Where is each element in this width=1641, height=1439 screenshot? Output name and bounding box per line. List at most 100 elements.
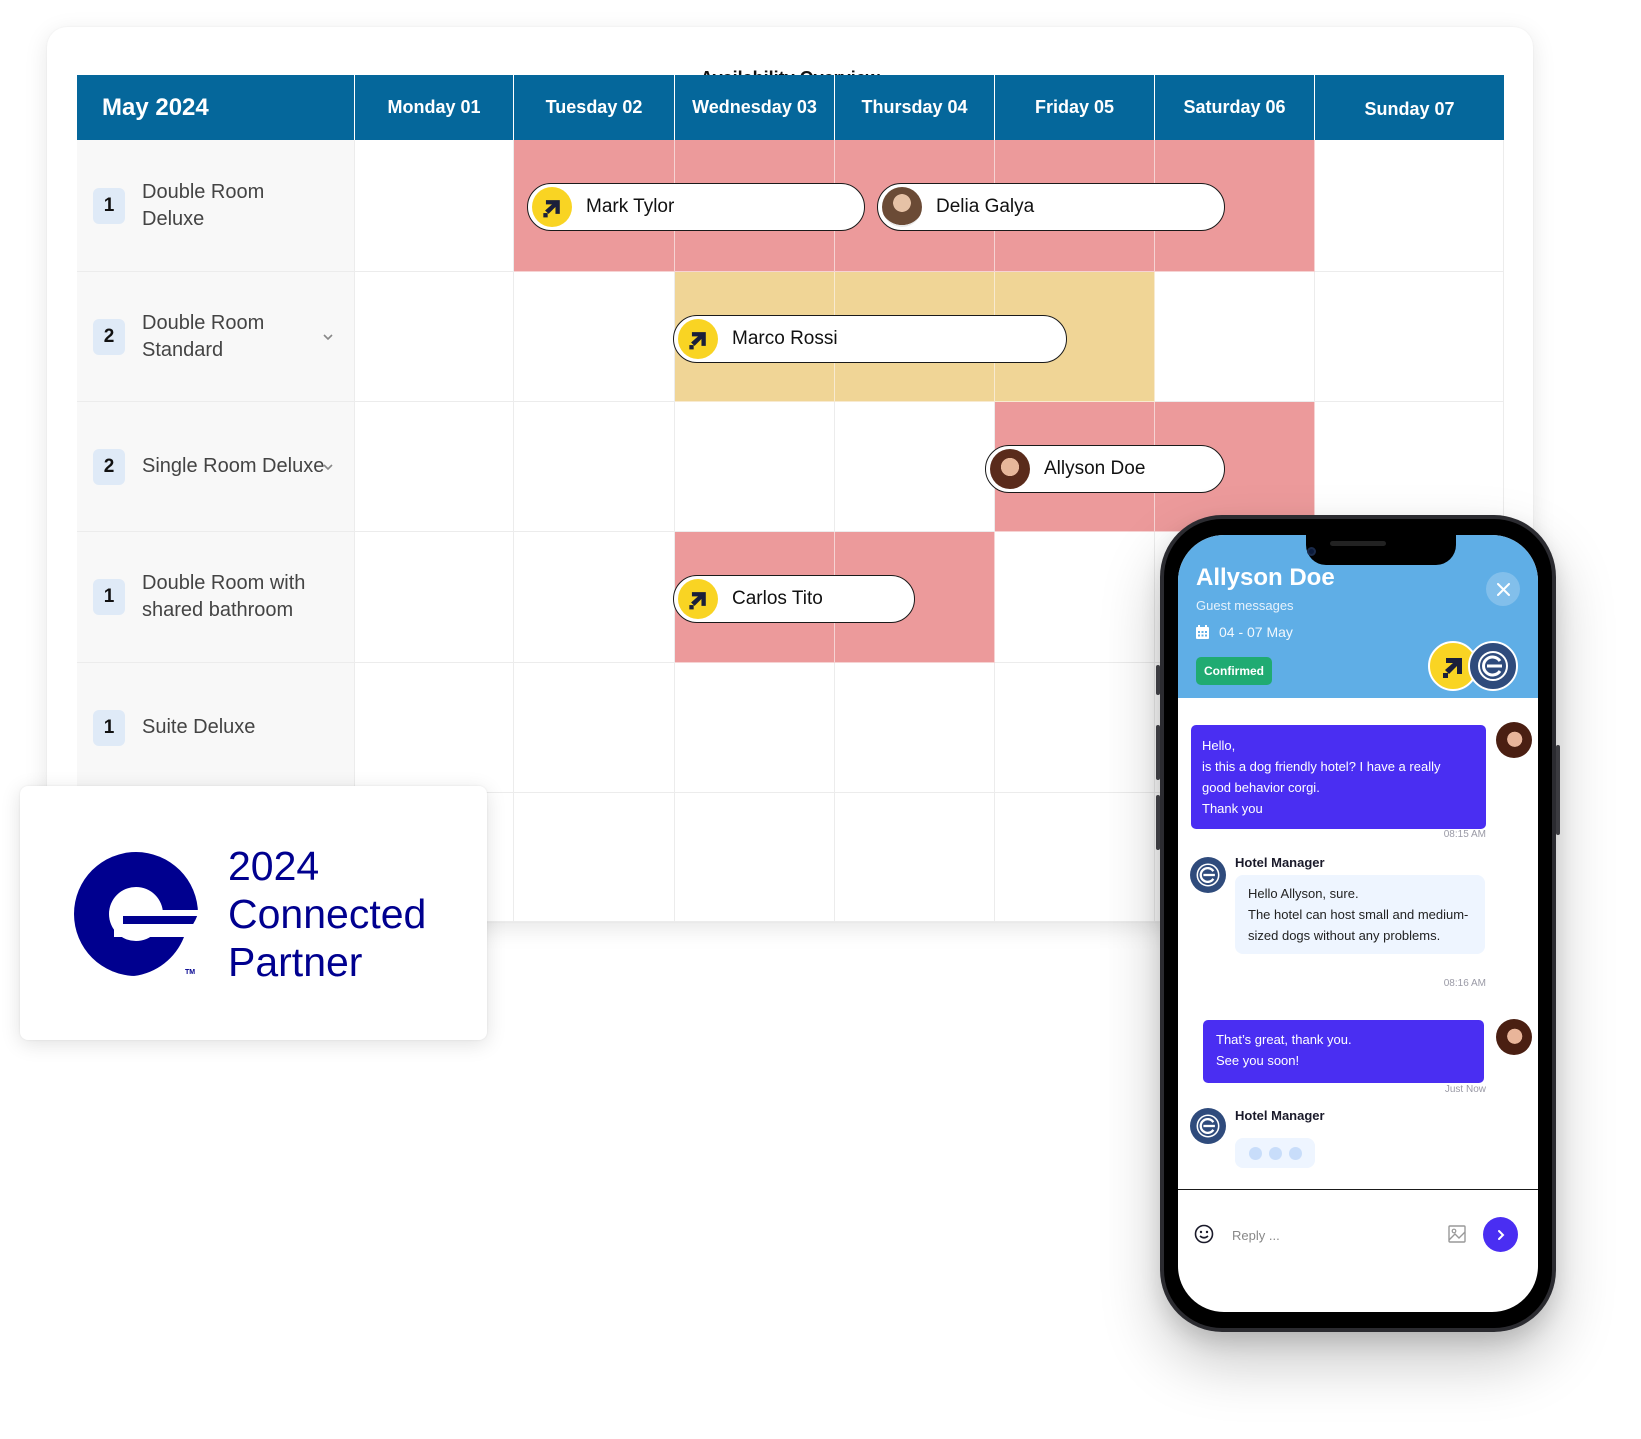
emoji-icon[interactable] (1194, 1224, 1214, 1244)
phone-volume-down (1156, 795, 1160, 850)
room-row-label: 2 Double Room Standard (77, 272, 355, 402)
availability-cell[interactable] (835, 663, 995, 793)
booking-pill[interactable]: Marco Rossi (673, 315, 1067, 363)
message-line: That’s great, thank you. (1216, 1032, 1352, 1047)
room-name: Double Room Deluxe (142, 180, 265, 230)
chat-guest-name: Allyson Doe (1196, 564, 1335, 591)
sender-name: Hotel Manager (1235, 855, 1325, 870)
partner-line2: Partner (228, 939, 363, 985)
close-icon (1496, 582, 1510, 596)
chevron-down-icon[interactable] (322, 461, 334, 473)
availability-cell[interactable] (355, 532, 514, 663)
guest-name: Mark Tylor (586, 196, 675, 217)
guest-name: Allyson Doe (1044, 458, 1146, 479)
availability-cell[interactable] (995, 532, 1155, 663)
phone-bezel: Allyson Doe Guest messages 04 - 07 May C… (1164, 519, 1552, 1328)
availability-cell[interactable] (514, 532, 675, 663)
availability-cell[interactable] (1315, 140, 1504, 272)
close-button[interactable] (1486, 572, 1520, 606)
guest-avatar (1496, 1019, 1532, 1055)
message-line: Hello, (1202, 738, 1236, 753)
availability-cell[interactable] (514, 272, 675, 402)
guest-avatar (882, 187, 922, 227)
availability-cell[interactable] (355, 140, 514, 272)
room-info: 2 Single Room Deluxe (93, 402, 344, 531)
phone-screen: Allyson Doe Guest messages 04 - 07 May C… (1178, 535, 1538, 1312)
guest-name: Delia Galya (936, 196, 1035, 217)
availability-cell[interactable] (835, 402, 995, 532)
chevron-down-icon[interactable] (322, 331, 334, 343)
availability-cell[interactable] (514, 793, 675, 922)
availability-cell[interactable] (355, 272, 514, 402)
phone-notch (1306, 535, 1456, 565)
month-header: May 2024 (77, 75, 355, 140)
availability-cell[interactable] (835, 793, 995, 922)
day-header: Tuesday 02 (514, 75, 675, 140)
phone-power-button (1556, 745, 1560, 835)
send-button[interactable] (1483, 1217, 1518, 1252)
availability-cell[interactable] (1315, 402, 1504, 532)
ebooking-logo-icon (1468, 641, 1518, 691)
room-info: 1 Double Room with shared bathroom (93, 532, 344, 662)
typing-dot (1268, 1146, 1282, 1160)
room-name: Double Room with shared bathroom (142, 572, 306, 621)
partner-year: 2024 (228, 843, 320, 889)
chat-dates: 04 - 07 May (1196, 624, 1293, 640)
hotel-avatar (1190, 1108, 1226, 1144)
day-header: Wednesday 03 (675, 75, 835, 140)
chat-date-range: 04 - 07 May (1219, 624, 1293, 640)
message-line: See you soon! (1216, 1053, 1300, 1068)
phone-mockup: Allyson Doe Guest messages 04 - 07 May C… (1156, 515, 1560, 1332)
availability-cell[interactable] (995, 793, 1155, 922)
image-attach-icon[interactable] (1448, 1225, 1466, 1243)
expedia-icon (678, 319, 718, 359)
calendar-icon (1196, 625, 1209, 639)
channel-logos (1428, 641, 1520, 691)
booking-pill[interactable]: Mark Tylor (527, 183, 865, 231)
room-info: 2 Double Room Standard (93, 272, 344, 401)
partner-line1: Connected (228, 891, 427, 937)
room-info: 1 Suite Deluxe (93, 663, 344, 792)
partner-text: 2024 Connected Partner (228, 842, 426, 986)
room-quantity-badge: 1 (93, 187, 125, 224)
phone-camera (1307, 547, 1316, 556)
trademark-label: TM (185, 969, 196, 976)
guest-message: That’s great, thank you. See you soon! (1203, 1020, 1484, 1083)
availability-cell[interactable] (1155, 272, 1315, 402)
availability-cell[interactable] (1315, 272, 1504, 402)
typing-dot (1248, 1146, 1262, 1160)
availability-cell[interactable] (675, 402, 835, 532)
availability-cell[interactable] (514, 402, 675, 532)
room-quantity-badge: 2 (93, 448, 125, 485)
guest-avatar (990, 449, 1030, 489)
guest-avatar (1496, 722, 1532, 758)
compose-divider (1178, 1189, 1538, 1190)
message-line: Thank you (1202, 801, 1263, 816)
status-badge: Confirmed (1196, 657, 1272, 685)
message-line: Hello Allyson, sure. (1248, 886, 1359, 901)
room-name: Suite Deluxe (142, 716, 256, 738)
day-header: Sunday 07 (1315, 75, 1504, 140)
availability-cell[interactable] (675, 663, 835, 793)
sender-name: Hotel Manager (1235, 1108, 1325, 1123)
message-line: The hotel can host small and medium- (1248, 907, 1469, 922)
booking-pill[interactable]: Delia Galya (877, 183, 1225, 231)
host-message: Hello Allyson, sure. The hotel can host s… (1235, 875, 1485, 954)
booking-pill[interactable]: Carlos Tito (673, 575, 915, 623)
availability-cell[interactable] (355, 663, 514, 793)
day-header: Thursday 04 (835, 75, 995, 140)
availability-cell[interactable] (514, 663, 675, 793)
availability-cell[interactable] (355, 402, 514, 532)
phone-volume-up (1156, 725, 1160, 780)
guest-name: Marco Rossi (732, 328, 838, 349)
message-timestamp: 08:16 AM (1443, 978, 1486, 989)
availability-cell[interactable] (995, 663, 1155, 793)
expedia-icon (678, 579, 718, 619)
room-quantity-badge: 1 (93, 579, 125, 615)
phone-side-button (1156, 665, 1160, 695)
availability-cell[interactable] (675, 793, 835, 922)
booking-pill[interactable]: Allyson Doe (985, 445, 1225, 493)
expedia-logo-icon (74, 852, 198, 976)
reply-input[interactable]: Reply ... (1232, 1228, 1280, 1243)
day-header: Monday 01 (355, 75, 514, 140)
